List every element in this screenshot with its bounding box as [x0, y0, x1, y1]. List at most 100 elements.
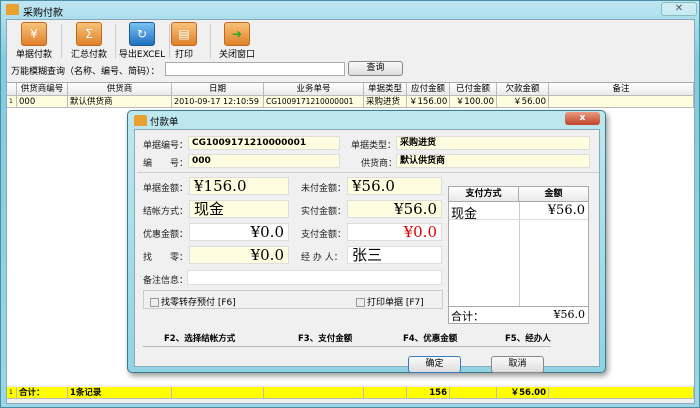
cell: ￥156.00 [407, 96, 450, 108]
method-label: 结帐方式： [143, 207, 189, 217]
footer-cell [172, 387, 264, 399]
close-window-button[interactable]: ✕ [661, 2, 697, 16]
toolbar-label: 单据付款 [15, 50, 52, 60]
change-to-prepay-checkbox[interactable]: 找零转存预付 [F6] [150, 295, 236, 308]
footer-cell [450, 387, 497, 399]
handler-label: 经 办 人： [301, 253, 343, 263]
amount-field: ¥156.0 [189, 177, 289, 195]
dialog-client: 单据编号： CG1009171210000001 单据类型： 采购进货 编 号：… [134, 129, 600, 373]
toolbar-label: 打印 [174, 50, 193, 60]
separator [210, 24, 211, 58]
supplier-label: 供货商： [361, 159, 398, 169]
bill-no-label: 单据编号： [143, 141, 189, 151]
search-input[interactable] [165, 62, 345, 76]
header-col[interactable]: 备注 [549, 83, 694, 96]
dialog-title: 付款单 [150, 117, 179, 128]
pay-label: 支付金额： [301, 230, 347, 240]
search-label: 万能模糊查询（名称、编号、简码）： [11, 67, 160, 77]
pay-table-header: 支付方式 [449, 187, 519, 202]
pay-amount-input[interactable]: ¥0.0 [347, 223, 442, 241]
toolbar-summary-payment[interactable]: Σ 汇总付款 [64, 22, 114, 60]
pay-total-label: 合计： [451, 310, 484, 323]
hotkey-hint: F4、优惠金额 [403, 334, 458, 344]
supplier-field: 默认供货商 [396, 154, 590, 168]
header-rownum [7, 83, 17, 96]
pay-total-value: ¥56.0 [553, 308, 586, 321]
header-col[interactable]: 单据类型 [364, 83, 407, 96]
print-bill-checkbox[interactable]: 打印单据 [F7] [356, 295, 424, 308]
row-number: 1 [7, 96, 17, 108]
header-col[interactable]: 供货商编号 [17, 83, 68, 96]
dialog-icon [134, 115, 147, 126]
settlement-method-field[interactable]: 现金 [189, 200, 289, 218]
checkbox-box [150, 298, 159, 307]
actual-field: ¥56.0 [347, 200, 442, 218]
header-col[interactable]: 已付金额 [450, 83, 497, 96]
table-row[interactable]: 1 000 默认供货商 2010-09-17 12:10:59 CG100917… [7, 96, 694, 108]
divider [143, 346, 551, 347]
cell: ￥100.00 [450, 96, 497, 108]
separator [61, 24, 62, 58]
toolbar-close-window[interactable]: ➜ 关闭窗口 [212, 22, 262, 60]
checkbox-label: 找零转存预付 [F6] [161, 298, 236, 308]
toolbar-single-payment[interactable]: ¥ 单据付款 [9, 22, 59, 60]
toolbar-print[interactable]: ▤ 打印 [159, 22, 209, 60]
unpaid-label: 未付金额： [301, 184, 347, 194]
grid-footer: 1 合计： 1条记录 156 ￥56.00 [7, 387, 694, 399]
payment-dialog: 付款单 x 单据编号： CG1009171210000001 单据类型： 采购进… [127, 110, 606, 373]
amount-label: 单据金额： [143, 184, 189, 194]
discount-label: 优惠金额： [143, 230, 189, 240]
search-button[interactable]: 查询 [348, 61, 403, 76]
options-group: 找零转存预付 [F6] 打印单据 [F7] [143, 290, 443, 309]
handler-input[interactable]: 张三 [347, 246, 442, 264]
checkbox-label: 打印单据 [F7] [367, 298, 424, 308]
bill-type-field: 采购进货 [396, 136, 590, 150]
hotkey-hint: F3、支付金额 [298, 334, 353, 344]
header-col[interactable]: 欠款金额 [497, 83, 549, 96]
header-col[interactable]: 业务单号 [264, 83, 364, 96]
discount-input[interactable]: ¥0.0 [189, 223, 289, 241]
code-label: 编 号： [143, 159, 189, 169]
cancel-button[interactable]: 取消 [491, 356, 544, 373]
cell: 默认供货商 [68, 96, 172, 108]
grid-header: 供货商编号 供货商 日期 业务单号 单据类型 应付金额 已付金额 欠款金额 备注 [7, 83, 694, 96]
header-col[interactable]: 应付金额 [407, 83, 450, 96]
cell [549, 96, 694, 108]
divider [137, 172, 599, 173]
hotkey-hint: F5、经办人 [505, 334, 551, 344]
actual-label: 实付金额： [301, 207, 347, 217]
separator [115, 24, 116, 58]
dialog-close-button[interactable]: x [565, 112, 600, 125]
note-label: 备注信息： [143, 276, 189, 286]
total-divider [449, 306, 588, 307]
title-bar: 采购付款 ✕ [1, 1, 700, 19]
code-field: 000 [188, 154, 340, 168]
cell: 采购进货 [364, 96, 407, 108]
cell: CG1009171210000001 [264, 96, 364, 108]
footer-cell [364, 387, 407, 399]
footer-label: 合计： [17, 387, 68, 399]
hotkey-hint: F2、选择结帐方式 [164, 334, 236, 344]
payment-method-table: 支付方式 金额 现金 ¥56.0 合计： ¥56.0 [448, 186, 589, 324]
footer-owed: ￥56.00 [497, 387, 549, 399]
header-col[interactable]: 供货商 [68, 83, 172, 96]
checkbox-box [356, 298, 365, 307]
exit-icon: ➜ [224, 22, 250, 46]
footer-cell [264, 387, 364, 399]
note-input[interactable] [187, 270, 442, 285]
cell: ￥56.00 [497, 96, 549, 108]
cell: 000 [17, 96, 68, 108]
header-col[interactable]: 日期 [172, 83, 264, 96]
row-divider [449, 219, 588, 220]
toolbar-label: 汇总付款 [70, 50, 107, 60]
change-field: ¥0.0 [189, 246, 289, 264]
change-label: 找 零： [143, 253, 189, 263]
footer-rownum: 1 [7, 387, 17, 399]
bill-type-label: 单据类型： [351, 141, 397, 151]
bill-no-field: CG1009171210000001 [188, 136, 340, 150]
summary-icon: Σ [76, 22, 102, 46]
ok-button[interactable]: 确定 [408, 356, 461, 373]
footer-cell [549, 387, 694, 399]
unpaid-field: ¥56.0 [347, 177, 442, 195]
footer-payable: 156 [407, 387, 450, 399]
